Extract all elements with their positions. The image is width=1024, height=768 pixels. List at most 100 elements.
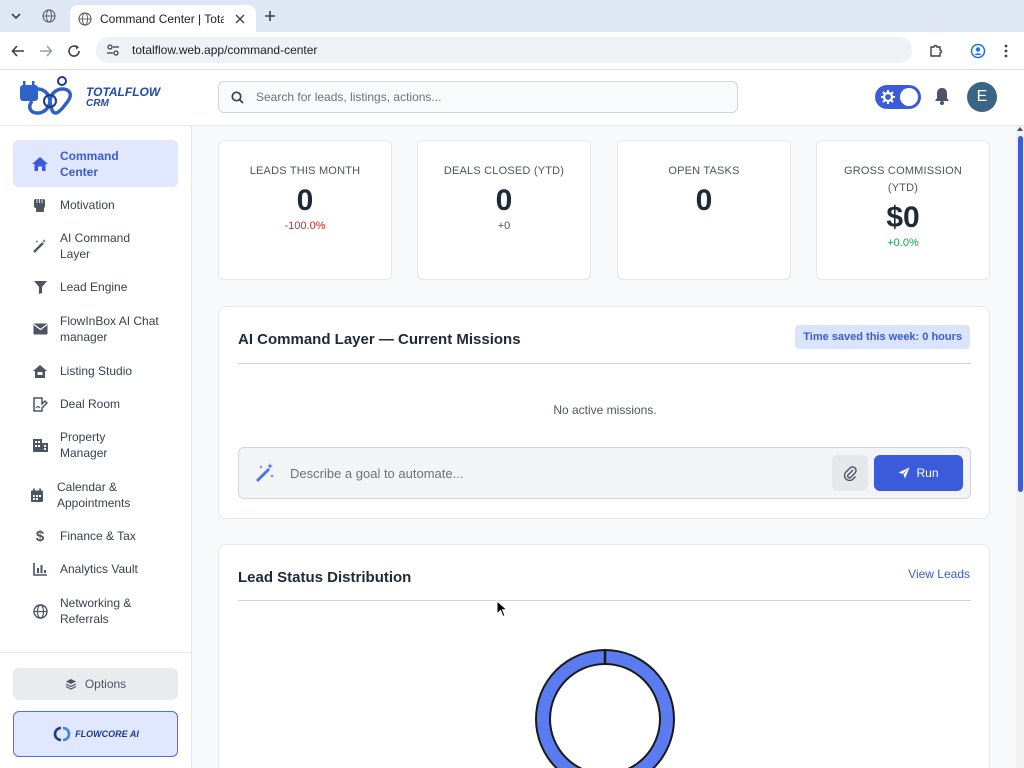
stat-value: 0	[495, 184, 513, 217]
sidebar-item-lead-engine[interactable]: Lead Engine	[13, 272, 178, 302]
stat-card-deals: DEALS CLOSED (YTD) 0 +0	[417, 140, 591, 280]
stat-label: OPEN TASKS	[668, 165, 740, 177]
fist-icon	[30, 195, 50, 215]
panel-divider	[238, 363, 971, 364]
time-saved-badge: Time saved this week: 0 hours	[795, 325, 970, 349]
run-button[interactable]: Run	[874, 455, 963, 491]
avatar[interactable]: E	[967, 82, 997, 112]
scroll-up-arrow-icon[interactable]	[1017, 126, 1023, 132]
lead-status-panel: Lead Status Distribution View Leads	[218, 544, 990, 768]
house-sign-icon	[30, 361, 50, 381]
sidebar-item-calendar[interactable]: Calendar & Appointments	[13, 479, 178, 511]
tab-title: Command Center | TotalFlow	[100, 11, 224, 26]
tab-inactive[interactable]	[34, 4, 64, 28]
sidebar-item-label: Networking & Referrals	[60, 596, 132, 626]
calendar-icon	[27, 485, 47, 505]
donut-hole	[551, 665, 659, 768]
sidebar-item-ai-command-layer[interactable]: AI Command Layer	[13, 230, 178, 262]
svg-text:$: $	[36, 528, 45, 544]
tab-active[interactable]: Command Center | TotalFlow	[70, 5, 256, 32]
infinity-logo-icon	[20, 76, 72, 115]
sidebar-item-finance-tax[interactable]: $ Finance & Tax	[13, 521, 178, 551]
tab-search-chevron-icon[interactable]	[6, 6, 26, 26]
missions-title: AI Command Layer — Current Missions	[238, 331, 521, 348]
main-scrollbar[interactable]	[1016, 126, 1024, 768]
url-text: totalflow.web.app/command-center	[132, 43, 318, 57]
sidebar-item-label: Finance & Tax	[60, 529, 136, 543]
home-icon	[30, 154, 50, 174]
lead-status-donut	[535, 649, 675, 768]
browser-tabstrip: Command Center | TotalFlow	[0, 0, 1024, 32]
sidebar-item-label: Command Center	[60, 148, 119, 179]
stat-delta: -100.0%	[284, 220, 326, 232]
global-search[interactable]	[218, 81, 738, 113]
flowcore-logo-icon	[53, 726, 71, 742]
sidebar-item-listing-studio[interactable]: Listing Studio	[13, 356, 178, 386]
mouse-cursor-icon	[496, 600, 508, 618]
flowcore-ai-button[interactable]: FLOWCORE AI	[13, 711, 178, 757]
sidebar-item-deal-room[interactable]: Deal Room	[13, 389, 178, 419]
theme-toggle-switch[interactable]	[875, 85, 921, 109]
scroll-thumb[interactable]	[1018, 136, 1023, 492]
app-header: TOTALFLOW CRM E	[0, 70, 1024, 126]
envelope-icon	[30, 319, 50, 339]
stat-delta: +0.0%	[887, 237, 919, 249]
attach-paperclip-icon[interactable]	[832, 455, 868, 491]
options-button[interactable]: Options	[13, 668, 178, 700]
sidebar-item-command-center[interactable]: Command Center	[13, 140, 178, 187]
kebab-menu-icon[interactable]	[996, 41, 1016, 61]
profile-icon[interactable]	[968, 41, 988, 61]
sidebar-item-label: Calendar & Appointments	[57, 480, 131, 510]
missions-panel: AI Command Layer — Current Missions Time…	[218, 306, 990, 519]
stat-label: DEALS CLOSED (YTD)	[443, 165, 565, 177]
logo-line-1: TOTALFLOW	[86, 85, 161, 99]
stat-value: $0	[886, 201, 920, 234]
building-icon	[30, 435, 50, 455]
sidebar-item-label: Listing Studio	[60, 364, 133, 378]
globe-icon	[42, 9, 56, 23]
layers-icon	[65, 679, 77, 690]
goal-input-bar: Run	[238, 447, 971, 499]
flowcore-label: FLOWCORE AI	[75, 729, 139, 739]
extensions-puzzle-icon[interactable]	[926, 41, 946, 61]
site-settings-icon[interactable]	[106, 43, 120, 57]
globe-icon	[30, 601, 50, 621]
stat-card-leads: LEADS THIS MONTH 0 -100.0%	[218, 140, 392, 280]
logo-line-2: CRM	[86, 98, 109, 109]
sidebar-item-flowinbox[interactable]: FlowInBox AI Chat manager	[13, 312, 178, 346]
lead-status-title: Lead Status Distribution	[238, 569, 412, 586]
toggle-knob	[900, 88, 918, 106]
options-label: Options	[84, 677, 127, 691]
sidebar: Command Center Motivation AI Command Lay…	[0, 126, 192, 768]
stat-label: LEADS THIS MONTH	[249, 165, 361, 177]
funnel-icon	[30, 277, 50, 297]
magic-wand-icon	[256, 463, 274, 482]
forward-arrow-icon[interactable]	[36, 41, 56, 61]
magic-wand-icon	[30, 236, 50, 256]
view-leads-link[interactable]: View Leads	[908, 567, 970, 581]
sidebar-item-property-manager[interactable]: Property Manager	[13, 429, 178, 461]
reload-icon[interactable]	[64, 41, 84, 61]
stat-delta: +0	[497, 220, 511, 232]
file-signature-icon	[30, 394, 50, 414]
main-content: LEADS THIS MONTH 0 -100.0% DEALS CLOSED …	[192, 126, 1016, 768]
sidebar-item-networking[interactable]: Networking & Referrals	[13, 594, 178, 628]
search-input[interactable]	[256, 90, 696, 104]
address-bar[interactable]: totalflow.web.app/command-center	[96, 37, 912, 63]
browser-toolbar: totalflow.web.app/command-center	[0, 32, 1024, 70]
dollar-icon: $	[30, 526, 50, 546]
sidebar-item-analytics-vault[interactable]: Analytics Vault	[13, 554, 178, 584]
bar-chart-icon	[30, 559, 50, 579]
close-icon[interactable]	[232, 11, 248, 27]
goal-input[interactable]	[290, 465, 810, 481]
stat-card-commission: GROSS COMMISSION (YTD) $0 +0.0%	[816, 140, 990, 280]
stat-label: GROSS COMMISSION (YTD)	[843, 165, 963, 194]
bell-icon[interactable]	[932, 86, 954, 108]
sidebar-item-label: Property Manager	[60, 430, 108, 460]
totalflow-logo[interactable]: TOTALFLOW CRM	[18, 74, 168, 122]
back-arrow-icon[interactable]	[8, 41, 28, 61]
new-tab-plus-icon[interactable]	[260, 6, 280, 26]
panel-divider	[238, 600, 971, 601]
sidebar-item-motivation[interactable]: Motivation	[13, 190, 178, 220]
paper-plane-icon	[898, 467, 910, 479]
